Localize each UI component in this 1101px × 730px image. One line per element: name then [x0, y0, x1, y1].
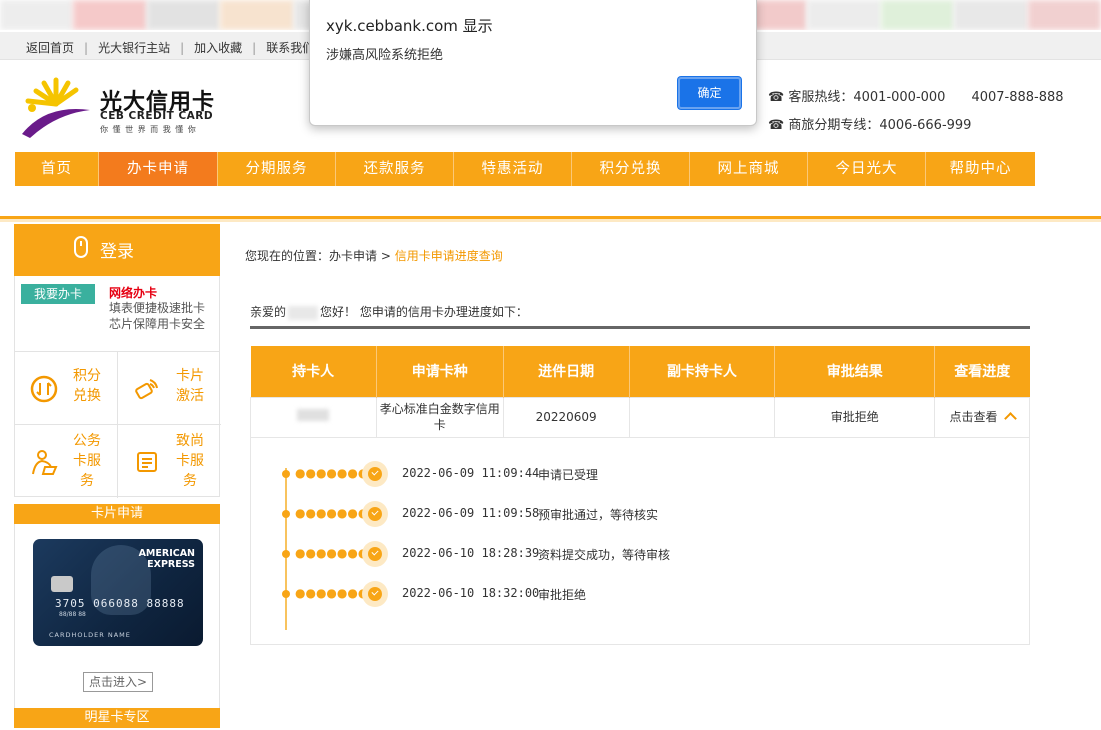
nav-item-installment[interactable]: 分期服务 [218, 152, 336, 186]
online-apply-box: 我要办卡 网络办卡 填表便捷极速批卡 芯片保障用卡安全 [14, 276, 220, 351]
check-circle-icon [362, 461, 388, 487]
timeline-step: ●●●●●●● 2022-06-10 18:32:00 审批拒绝 [251, 579, 1031, 609]
nav-item-home[interactable]: 首页 [15, 152, 99, 186]
breadcrumb-current: 信用卡申请进度查询 [394, 249, 503, 263]
col-holder: 持卡人 [250, 346, 377, 397]
chevron-up-icon [1003, 412, 1017, 425]
col-secondary: 副卡持卡人 [629, 346, 776, 397]
link-favorite[interactable]: 加入收藏 [194, 39, 242, 56]
greeting-text: 亲爱的 您好！ 您申请的信用卡办理进度如下： [250, 305, 528, 320]
sun-logo-icon [22, 77, 90, 138]
login-button[interactable]: 登录 [14, 224, 220, 276]
cell-secondary [628, 396, 776, 438]
card-apply-panel: AMERICAN EXPRESS 3705 066088 88888 88/88… [14, 524, 220, 708]
breadcrumb-apply[interactable]: 办卡申请 [329, 249, 377, 263]
nav-divider-shadow [0, 219, 1101, 222]
cell-card-type: 孝心标准白金数字信用卡 [375, 396, 504, 438]
points-icon [30, 375, 58, 403]
timeline-step: ●●●●●●● 2022-06-10 18:28:39 资料提交成功，等待审核 [251, 539, 1031, 569]
official-card-icon [32, 450, 58, 475]
browser-alert-dialog: xyk.cebbank.com 显示 涉嫌高风险系统拒绝 确定 [309, 0, 757, 126]
phone-icon: ☎ [768, 90, 785, 105]
link-main-site[interactable]: 光大银行主站 [98, 39, 170, 56]
timeline-step: ●●●●●●● 2022-06-09 11:09:44 申请已受理 [251, 459, 1031, 489]
card-apply-header: 卡片申请 [14, 504, 220, 524]
link-contact[interactable]: 联系我们 [266, 39, 314, 56]
service-hotline-2: 4007-888-888 [971, 90, 1064, 105]
amex-brand: AMERICAN EXPRESS [138, 548, 195, 570]
check-circle-icon [362, 541, 388, 567]
check-circle-icon [362, 581, 388, 607]
check-circle-icon [362, 501, 388, 527]
main-nav: 首页 办卡申请 分期服务 还款服务 特惠活动 积分兑换 网上商城 今日光大 帮助… [15, 152, 1035, 186]
cell-holder [250, 396, 377, 438]
hotline-info: ☎ 客服热线：4001-000-000 4007-888-888 ☎ 商旅分期专线… [768, 90, 1064, 133]
greeting-divider [250, 326, 1030, 329]
nav-item-today[interactable]: 今日光大 [808, 152, 926, 186]
logo-text-en: CEB CREDIT CARD [100, 110, 214, 122]
online-apply-desc: 填表便捷极速批卡 芯片保障用卡安全 [109, 301, 206, 331]
link-home[interactable]: 返回首页 [26, 39, 74, 56]
nav-item-mall[interactable]: 网上商城 [690, 152, 808, 186]
blurred-name [288, 305, 319, 320]
timeline-dot [282, 470, 290, 478]
card-number: 3705 066088 88888 [55, 597, 185, 610]
phone-icon: ☎ [768, 118, 785, 133]
timeline-dot [282, 550, 290, 558]
grid-item-official[interactable]: 公务卡服务 [15, 425, 118, 498]
service-hotline-1: 4001-000-000 [853, 90, 946, 105]
timeline-dot [282, 510, 290, 518]
view-progress-link[interactable]: 点击查看 [934, 396, 1030, 438]
card-activate-icon [135, 379, 158, 400]
chip-icon [51, 576, 73, 592]
card-holder-name: CARDHOLDER NAME [49, 631, 131, 639]
grid-item-activate[interactable]: 卡片激活 [118, 352, 221, 425]
star-card-header[interactable]: 明星卡专区 [14, 708, 220, 728]
online-apply-title[interactable]: 网络办卡 [109, 284, 157, 301]
progress-timeline: ●●●●●●● 2022-06-09 11:09:44 申请已受理 ●●●●●●… [250, 438, 1030, 645]
col-card-type: 申请卡种 [376, 346, 504, 397]
logo-slogan: 你 懂 世 界 而 我 懂 你 [100, 125, 197, 134]
timeline-dot [282, 590, 290, 598]
grid-item-points[interactable]: 积分兑换 [15, 352, 118, 425]
amex-card-image[interactable]: AMERICAN EXPRESS 3705 066088 88888 88/88… [33, 539, 203, 646]
service-grid: 积分兑换 卡片激活 公务卡服务 致尚卡服务 [14, 351, 221, 498]
nav-item-apply[interactable]: 办卡申请 [99, 152, 218, 186]
nav-item-promotions[interactable]: 特惠活动 [454, 152, 572, 186]
enter-button[interactable]: 点击进入> [83, 672, 153, 692]
left-sidebar: 登录 我要办卡 网络办卡 填表便捷极速批卡 芯片保障用卡安全 积分兑换 卡片激活 [14, 224, 221, 730]
application-table: 持卡人 申请卡种 进件日期 副卡持卡人 审批结果 查看进度 孝心标准白金数字信用… [250, 346, 1030, 438]
travel-hotline: 4006-666-999 [879, 118, 972, 133]
mouse-icon [74, 236, 88, 258]
grid-item-zhishang[interactable]: 致尚卡服务 [118, 425, 221, 498]
table-row: 孝心标准白金数字信用卡 20220609 审批拒绝 点击查看 [250, 396, 1030, 438]
nav-item-help[interactable]: 帮助中心 [926, 152, 1035, 186]
apply-card-button[interactable]: 我要办卡 [21, 284, 95, 304]
zhishang-card-icon [137, 452, 157, 472]
nav-item-points[interactable]: 积分兑换 [572, 152, 690, 186]
timeline-step: ●●●●●●● 2022-06-09 11:09:58 预审批通过，等待核实 [251, 499, 1031, 529]
dialog-title: xyk.cebbank.com 显示 [326, 17, 493, 35]
cell-date: 20220609 [502, 396, 630, 438]
blurred-holder [297, 409, 330, 421]
col-progress: 查看进度 [934, 346, 1030, 397]
nav-item-repayment[interactable]: 还款服务 [336, 152, 454, 186]
card-expiry: 88/88 88 [59, 611, 86, 618]
dialog-ok-button[interactable]: 确定 [678, 77, 741, 109]
col-date: 进件日期 [503, 346, 630, 397]
dialog-message: 涉嫌高风险系统拒绝 [326, 48, 444, 63]
col-result: 审批结果 [774, 346, 936, 397]
cell-result: 审批拒绝 [774, 396, 936, 438]
breadcrumb: 您现在的位置：办卡申请 > 信用卡申请进度查询 [245, 249, 503, 263]
ceb-logo[interactable]: 光大信用卡 CEB CREDIT CARD 你 懂 世 界 而 我 懂 你 [16, 74, 226, 140]
